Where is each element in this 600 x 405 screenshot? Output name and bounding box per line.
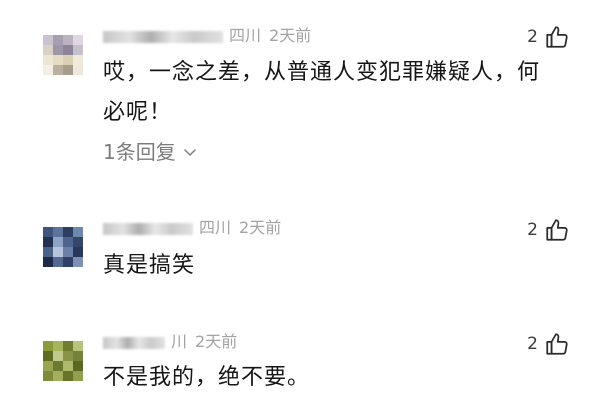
like-count: 2 bbox=[527, 334, 538, 354]
comment-text: 不是我的，绝不要。 bbox=[103, 358, 573, 398]
avatar[interactable] bbox=[43, 35, 83, 75]
like-button[interactable]: 2 bbox=[527, 217, 570, 243]
comment-meta: 四川 2天前 bbox=[103, 217, 281, 239]
chevron-down-icon bbox=[176, 144, 198, 160]
like-button[interactable]: 2 bbox=[527, 331, 570, 357]
comment-meta: 四川 2天前 bbox=[103, 25, 311, 47]
like-count: 2 bbox=[527, 220, 538, 240]
avatar[interactable] bbox=[43, 341, 83, 381]
comment-item: 四川 2天前 2 哎，一念之差，从普通人变犯罪嫌疑人，何 必呢！ 1条回复 bbox=[0, 0, 600, 200]
comment-item: 川 2天前 2 不是我的，绝不要。 bbox=[0, 310, 600, 405]
comment-time: 2天前 bbox=[195, 332, 238, 351]
replies-toggle[interactable]: 1条回复 bbox=[103, 140, 198, 164]
comment-text-line: 必呢！ bbox=[103, 100, 173, 125]
comment-time: 2天前 bbox=[269, 26, 312, 45]
like-count: 2 bbox=[527, 27, 538, 47]
comment-text-line: 哎，一念之差，从普通人变犯罪嫌疑人，何 bbox=[103, 60, 541, 85]
thumbs-up-icon bbox=[544, 24, 570, 50]
comment-location: 四川 bbox=[229, 26, 262, 45]
comment-location: 四川 bbox=[199, 218, 232, 237]
comment-text: 哎，一念之差，从普通人变犯罪嫌疑人，何 必呢！ bbox=[103, 53, 573, 133]
comment-text-line: 不是我的，绝不要。 bbox=[103, 365, 311, 390]
replies-label: 1条回复 bbox=[103, 140, 176, 164]
comment-location: 川 bbox=[171, 332, 188, 351]
username[interactable] bbox=[103, 336, 165, 349]
like-button[interactable]: 2 bbox=[527, 24, 570, 50]
thumbs-up-icon bbox=[544, 217, 570, 243]
username[interactable] bbox=[103, 222, 193, 235]
comment-text-line: 真是搞笑 bbox=[103, 253, 196, 278]
comment-meta: 川 2天前 bbox=[103, 331, 237, 353]
avatar[interactable] bbox=[43, 227, 83, 267]
thumbs-up-icon bbox=[544, 331, 570, 357]
comment-time: 2天前 bbox=[239, 218, 282, 237]
comment-item: 四川 2天前 2 真是搞笑 bbox=[0, 200, 600, 310]
username[interactable] bbox=[103, 30, 223, 43]
comment-text: 真是搞笑 bbox=[103, 246, 573, 286]
